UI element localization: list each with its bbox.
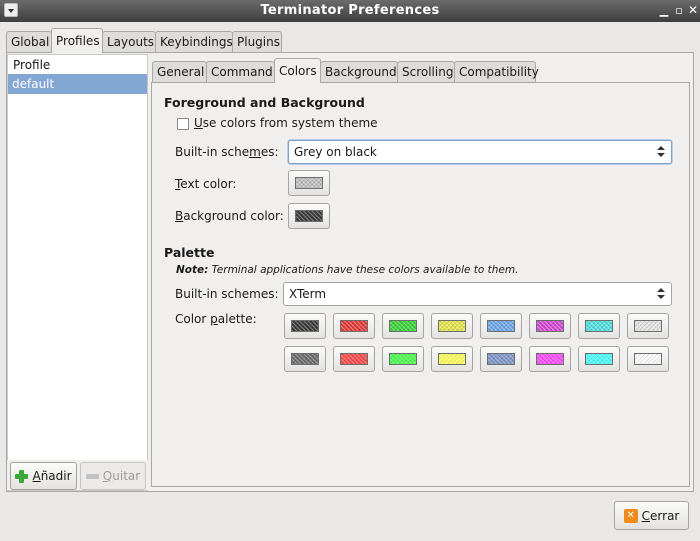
palette-schemes-value: XTerm: [289, 287, 327, 301]
palette-note-text: Terminal applications have these colors …: [208, 264, 519, 276]
palette-color-button[interactable]: [529, 346, 571, 372]
palette-color-swatch: [340, 320, 368, 332]
tab-general[interactable]: General: [152, 61, 207, 83]
title-bar: Terminator Preferences ▁ ▫ ✕: [0, 0, 700, 22]
profile-tab-bar: General Command Colors Background Scroll…: [152, 58, 539, 83]
palette-color-button[interactable]: [284, 346, 326, 372]
palette-color-button[interactable]: [578, 346, 620, 372]
main-tab-bar: Global Profiles Layouts Keybindings Plug…: [6, 28, 282, 53]
palette-color-swatch: [291, 320, 319, 332]
palette-color-swatch: [585, 353, 613, 365]
background-color-swatch: [295, 210, 323, 222]
palette-color-button[interactable]: [578, 313, 620, 339]
palette-color-button[interactable]: [480, 313, 522, 339]
close-button[interactable]: ✕ Cerrar: [614, 501, 689, 530]
text-color-swatch: [295, 177, 323, 189]
palette-schemes-select[interactable]: XTerm: [283, 282, 672, 306]
fg-bg-section-title: Foreground and Background: [164, 95, 365, 110]
palette-color-button[interactable]: [382, 346, 424, 372]
use-system-colors-label[interactable]: Use colors from system theme: [194, 116, 378, 130]
palette-color-swatch: [487, 320, 515, 332]
use-system-colors-checkbox[interactable]: [177, 118, 189, 130]
add-icon: [15, 469, 29, 483]
remove-profile-button[interactable]: Quitar: [80, 462, 146, 490]
palette-color-swatch: [536, 353, 564, 365]
tab-profiles[interactable]: Profiles: [51, 28, 103, 53]
palette-color-button[interactable]: [431, 313, 473, 339]
close-button-label: Cerrar: [641, 508, 680, 523]
palette-note-bold: Note:: [176, 264, 209, 276]
palette-color-button[interactable]: [480, 346, 522, 372]
background-color-button[interactable]: [288, 203, 330, 229]
tab-global[interactable]: Global: [6, 31, 52, 53]
palette-color-swatch: [536, 320, 564, 332]
palette-color-swatch: [438, 353, 466, 365]
text-color-label: Text color:: [175, 177, 237, 191]
builtin-schemes-value: Grey on black: [294, 145, 377, 159]
palette-color-button[interactable]: [627, 346, 669, 372]
tab-command[interactable]: Command: [206, 61, 275, 83]
background-color-label: Background color:: [175, 209, 284, 223]
palette-color-swatch: [340, 353, 368, 365]
profile-list[interactable]: Profile default: [7, 54, 148, 491]
profile-list-buttons: Añadir Quitar: [7, 460, 148, 490]
tab-keybindings[interactable]: Keybindings: [155, 31, 233, 53]
builtin-schemes-select[interactable]: Grey on black: [288, 140, 672, 164]
tab-colors[interactable]: Colors: [274, 58, 321, 83]
builtin-schemes-label: Built-in schemes:: [175, 145, 279, 159]
palette-color-button[interactable]: [284, 313, 326, 339]
add-profile-label: Añadir: [32, 469, 72, 483]
palette-color-swatch: [634, 320, 662, 332]
window-title: Terminator Preferences: [260, 3, 440, 18]
palette-color-button[interactable]: [333, 346, 375, 372]
palette-note: Note: Terminal applications have these c…: [176, 264, 518, 276]
palette-color-button[interactable]: [431, 346, 473, 372]
palette-color-swatch: [487, 353, 515, 365]
color-palette-label: Color palette:: [175, 312, 257, 326]
close-icon[interactable]: ✕: [686, 3, 700, 18]
tab-plugins[interactable]: Plugins: [232, 31, 282, 53]
list-item[interactable]: default: [8, 74, 147, 94]
palette-color-button[interactable]: [382, 313, 424, 339]
palette-color-swatch: [634, 353, 662, 365]
palette-color-button[interactable]: [627, 313, 669, 339]
updown-arrows-icon: [657, 145, 665, 159]
palette-color-button[interactable]: [333, 313, 375, 339]
palette-color-swatch: [291, 353, 319, 365]
palette-color-swatch: [389, 353, 417, 365]
updown-arrows-icon: [657, 287, 665, 301]
palette-color-swatch: [585, 320, 613, 332]
text-color-button[interactable]: [288, 170, 330, 196]
palette-section-title: Palette: [164, 245, 215, 260]
tab-layouts[interactable]: Layouts: [102, 31, 156, 53]
tab-background[interactable]: Background: [320, 61, 398, 83]
maximize-icon[interactable]: ▫: [672, 3, 686, 18]
profile-column-header[interactable]: Profile: [8, 55, 147, 75]
tab-compatibility[interactable]: Compatibility: [454, 61, 539, 83]
minimize-icon[interactable]: ▁: [657, 3, 671, 18]
cancel-icon: ✕: [623, 508, 638, 523]
palette-color-swatch: [438, 320, 466, 332]
add-profile-button[interactable]: Añadir: [10, 462, 77, 490]
remove-profile-label: Quitar: [102, 469, 141, 483]
tab-scrolling[interactable]: Scrolling: [397, 61, 455, 83]
remove-icon: [85, 473, 99, 479]
palette-color-button[interactable]: [529, 313, 571, 339]
palette-schemes-label: Built-in schemes:: [175, 287, 279, 301]
palette-color-swatch: [389, 320, 417, 332]
